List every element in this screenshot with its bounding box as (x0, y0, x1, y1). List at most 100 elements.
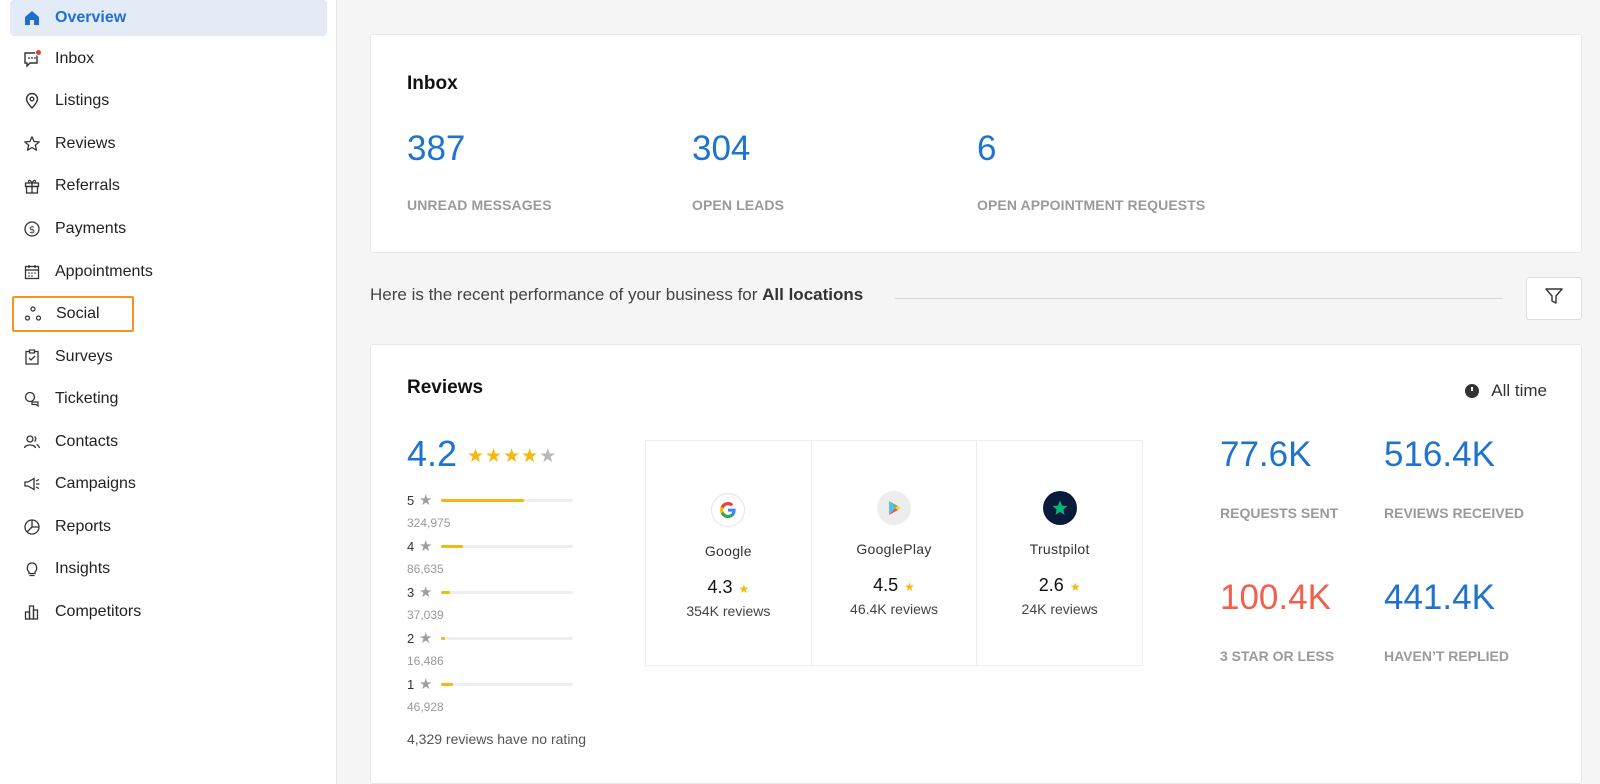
open-appointment-requests-caption: OPEN APPOINTMENT REQUESTS (977, 197, 1206, 213)
rating-row-count: 324,975 (407, 516, 451, 530)
rating-row-count: 16,486 (407, 654, 444, 668)
rating-row-stars: 3 (407, 584, 415, 600)
sidebar-item-competitors[interactable]: Competitors (10, 594, 327, 630)
sidebar-item-social[interactable]: Social (12, 296, 134, 332)
notification-dot (35, 49, 42, 56)
sidebar-item-label: Surveys (55, 348, 113, 365)
rating-bar (441, 544, 573, 548)
sidebar-item-campaigns[interactable]: Campaigns (10, 466, 327, 502)
sidebar-item-label: Listings (55, 92, 110, 109)
sidebar-item-label: Contacts (55, 433, 119, 450)
source-review-count: 354K reviews (686, 603, 771, 619)
havent-replied-caption: HAVEN’T REPLIED (1384, 648, 1509, 664)
open-appointment-requests-value[interactable]: 6 (977, 129, 996, 169)
sidebar-item-payments[interactable]: $ Payments (10, 211, 327, 247)
open-leads-caption: OPEN LEADS (692, 197, 785, 213)
sidebar-item-label: Inbox (55, 50, 95, 67)
source-name: Trustpilot (1029, 541, 1090, 557)
unread-messages-value[interactable]: 387 (407, 129, 465, 169)
three-star-or-less-value[interactable]: 100.4K (1220, 578, 1331, 618)
rating-row-3[interactable]: 3 ★ (407, 584, 587, 601)
star-icon: ★ (503, 446, 522, 467)
sidebar-item-inbox[interactable]: Inbox (10, 41, 327, 77)
rating-row-1[interactable]: 1 ★ (407, 676, 587, 693)
rating-row-5[interactable]: 5 ★ (407, 492, 587, 509)
sidebar-item-referrals[interactable]: Referrals (10, 168, 327, 204)
survey-check-icon (22, 347, 42, 367)
gift-icon (22, 176, 42, 196)
reviews-card: Reviews All time 4.2 ★★★★★ 5 ★ 324,975 4… (370, 344, 1582, 784)
sidebar-item-reports[interactable]: Reports (10, 509, 327, 545)
star-icon: ★ (904, 580, 915, 594)
sidebar-item-label: Social (56, 305, 100, 322)
sidebar-item-surveys[interactable]: Surveys (10, 339, 327, 375)
star-icon: ★ (419, 492, 433, 509)
inbox-card: Inbox 387 UNREAD MESSAGES 304 OPEN LEADS… (370, 34, 1582, 253)
rating-row-stars: 5 (407, 492, 415, 508)
sidebar-item-contacts[interactable]: Contacts (10, 424, 327, 460)
megaphone-icon (22, 474, 42, 494)
sidebar-item-reviews[interactable]: Reviews (10, 126, 327, 162)
clock-icon (1465, 384, 1480, 398)
source-review-count: 24K reviews (1021, 601, 1098, 617)
source-rating-value: 4.5 (873, 575, 899, 595)
requests-sent-value[interactable]: 77.6K (1220, 435, 1311, 475)
review-sources: Google 4.3 ★ 354K reviews GooglePlay 4.5 ★… (645, 440, 1143, 666)
chat-bubbles-icon (22, 389, 42, 409)
home-icon (22, 8, 42, 28)
bar-chart-icon (22, 602, 42, 622)
star-icon: ★ (521, 446, 540, 467)
rating-bar-fill (441, 544, 464, 548)
open-leads-value[interactable]: 304 (692, 129, 750, 169)
source-name: GooglePlay (856, 541, 932, 557)
sidebar: Overview Inbox Listings Reviews Referral… (0, 0, 337, 784)
star-icon (22, 134, 42, 154)
star-icon: ★ (419, 584, 433, 601)
star-icon: ★ (1069, 580, 1081, 594)
sidebar-item-overview[interactable]: Overview (10, 0, 327, 36)
rating-bar-fill (441, 682, 453, 686)
source-rating: 2.6 ★ (977, 575, 1142, 596)
sidebar-item-label: Ticketing (55, 390, 119, 407)
reviews-received-value[interactable]: 516.4K (1384, 435, 1495, 475)
svg-text:$: $ (29, 225, 35, 236)
sidebar-item-label: Overview (55, 9, 127, 26)
rating-row-stars: 4 (407, 538, 415, 554)
source-rating-value: 4.3 (707, 577, 733, 597)
calendar-icon (22, 262, 42, 282)
source-trustpilot[interactable]: Trustpilot 2.6 ★ 24K reviews (977, 441, 1142, 665)
google-play-logo-icon (877, 491, 911, 525)
rating-row-2[interactable]: 2 ★ (407, 630, 587, 647)
location-name: All locations (762, 285, 864, 304)
performance-summary: Here is the recent performance of your b… (370, 285, 863, 305)
source-googleplay[interactable]: GooglePlay 4.5 ★ 46.4K reviews (812, 441, 978, 665)
unread-messages-caption: UNREAD MESSAGES (407, 197, 552, 213)
sidebar-item-label: Payments (55, 220, 127, 237)
sidebar-item-ticketing[interactable]: Ticketing (10, 381, 327, 417)
rating-row-4[interactable]: 4 ★ (407, 538, 587, 555)
pie-chart-icon (22, 517, 42, 537)
performance-text: Here is the recent performance of your b… (370, 285, 758, 304)
location-pin-icon (22, 91, 42, 111)
sidebar-item-appointments[interactable]: Appointments (10, 254, 327, 290)
rating-bar-fill (441, 498, 525, 502)
rating-row-stars: 1 (407, 676, 415, 692)
star-icon: ★ (419, 630, 433, 647)
requests-sent-caption: REQUESTS SENT (1220, 505, 1339, 521)
google-logo-icon (711, 493, 746, 527)
source-rating: 4.5 ★ (812, 575, 977, 596)
sidebar-item-insights[interactable]: Insights (10, 551, 327, 587)
source-google[interactable]: Google 4.3 ★ 354K reviews (646, 441, 812, 665)
sidebar-item-listings[interactable]: Listings (10, 83, 327, 119)
time-period-selector[interactable]: All time (1465, 381, 1547, 401)
filter-button[interactable] (1526, 277, 1582, 320)
filter-icon (1543, 285, 1565, 312)
source-rating: 4.3 ★ (646, 577, 811, 598)
inbox-title: Inbox (407, 73, 458, 94)
inbox-icon (22, 49, 42, 69)
havent-replied-value[interactable]: 441.4K (1384, 578, 1495, 618)
source-review-count: 46.4K reviews (850, 601, 938, 617)
star-icon: ★ (467, 446, 486, 467)
reviews-title: Reviews (407, 377, 484, 398)
dollar-icon: $ (22, 219, 42, 239)
